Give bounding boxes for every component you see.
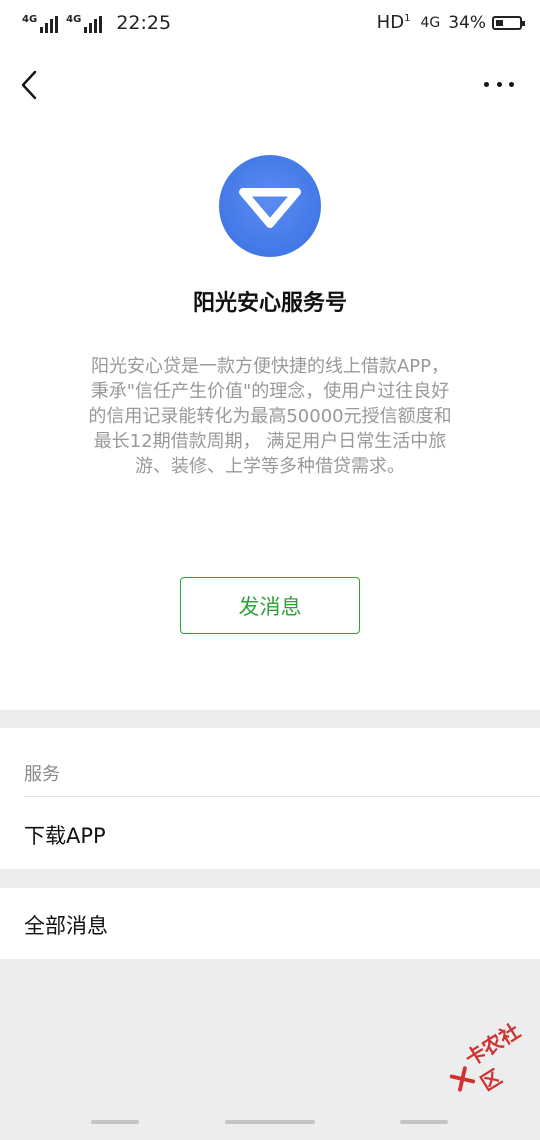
status-bar: 4G 4G 22:25 HD1 4G 34% xyxy=(0,0,540,48)
services-section: 服务 下载APP xyxy=(0,728,540,869)
divider xyxy=(24,796,540,797)
nav-pill-left[interactable] xyxy=(91,1120,139,1124)
battery-icon xyxy=(492,15,525,30)
menu-item-all-messages[interactable]: 全部消息 xyxy=(24,910,108,940)
back-button[interactable] xyxy=(16,68,46,102)
send-message-button[interactable]: 发消息 xyxy=(180,577,360,634)
services-label: 服务 xyxy=(24,764,60,785)
signal-icon: 4G xyxy=(22,13,59,33)
account-name: 阳光安心服务号 xyxy=(192,291,347,316)
ellipsis-icon xyxy=(484,81,489,87)
profile-card: 阳光安心服务号 阳光安心贷是一款方便快捷的线上借款APP，秉承"信任产生价值"的… xyxy=(0,48,540,710)
account-description: 阳光安心贷是一款方便快捷的线上借款APP，秉承"信任产生价值"的理念，使用户过往… xyxy=(88,356,452,477)
clock: 22:25 xyxy=(116,12,172,34)
nav-pill-home[interactable] xyxy=(225,1120,315,1124)
signal-icon: 4G xyxy=(66,13,103,33)
account-logo xyxy=(219,155,321,257)
hd-sup: 1 xyxy=(404,13,411,24)
all-messages-row[interactable]: 全部消息 xyxy=(0,888,540,959)
network-icon: 4G xyxy=(420,14,441,31)
battery-percent: 34% xyxy=(448,12,486,33)
network-type: 4G xyxy=(66,14,82,25)
nav-pill-right[interactable] xyxy=(400,1120,448,1124)
menu-item-download-app[interactable]: 下载APP xyxy=(24,820,106,850)
shield-icon xyxy=(239,188,301,228)
chevron-left-icon xyxy=(21,70,37,100)
status-left: 4G 4G 22:25 xyxy=(22,12,171,34)
hd-icon: HD1 xyxy=(377,12,411,33)
ellipsis-icon xyxy=(496,81,502,87)
ellipsis-icon xyxy=(509,81,514,87)
status-right: HD1 4G 34% xyxy=(377,12,525,33)
watermark: 卡农社区 xyxy=(438,1006,540,1109)
network-type: 4G xyxy=(22,14,38,25)
hd-label: HD xyxy=(376,12,405,33)
more-button[interactable] xyxy=(484,76,514,92)
